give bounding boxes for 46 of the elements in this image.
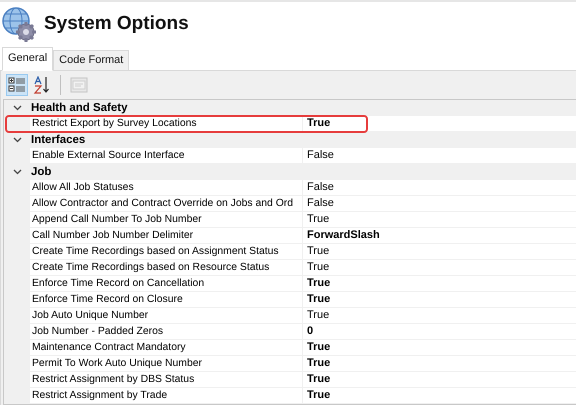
property-name[interactable]: Job Auto Unique Number bbox=[30, 308, 303, 323]
property-value[interactable]: True bbox=[303, 292, 330, 307]
property-value[interactable]: 0 bbox=[303, 324, 314, 339]
property-name[interactable]: Restrict Export by Survey Locations bbox=[30, 116, 303, 131]
property-value[interactable]: True bbox=[303, 212, 330, 227]
tab[interactable]: General bbox=[2, 47, 54, 71]
collapse-chevron-icon[interactable] bbox=[12, 169, 22, 175]
property-name[interactable]: Enable External Source Interface bbox=[30, 148, 303, 163]
property-name[interactable]: Permit To Work Auto Unique Number bbox=[30, 356, 303, 371]
property-name[interactable]: Job Number - Padded Zeros bbox=[30, 324, 303, 339]
property-value[interactable]: False bbox=[303, 180, 334, 195]
property-name[interactable]: Enforce Time Record on Closure bbox=[30, 292, 303, 307]
categorized-icon bbox=[8, 77, 26, 93]
globe-gear-icon bbox=[0, 5, 38, 43]
property-name[interactable]: Restrict Assignment by DBS Status bbox=[30, 372, 303, 387]
property-value[interactable]: True bbox=[303, 308, 330, 323]
sort-alphabetical-icon bbox=[33, 76, 51, 94]
property-value[interactable]: True bbox=[303, 116, 330, 131]
property-name[interactable]: Restrict Assignment by Trade bbox=[30, 388, 303, 403]
collapse-chevron-icon[interactable] bbox=[12, 137, 22, 143]
property-name[interactable]: Allow Contractor and Contract Override on Jobs and Ord bbox=[30, 196, 303, 211]
property-value[interactable]: True bbox=[303, 356, 330, 371]
property-name[interactable]: Create Time Recordings based on Assignment Status bbox=[30, 244, 303, 259]
category-label: Job bbox=[30, 166, 52, 178]
property-value[interactable]: True bbox=[303, 388, 330, 403]
property-name[interactable]: Append Call Number To Job Number bbox=[30, 212, 303, 227]
category-label: Interfaces bbox=[30, 134, 86, 146]
window-title: System Options bbox=[44, 13, 189, 35]
property-value[interactable]: True bbox=[303, 276, 330, 291]
property-name[interactable]: Allow All Job Statuses bbox=[30, 180, 303, 195]
category-label: Health and Safety bbox=[30, 102, 128, 114]
collapse-chevron-icon[interactable] bbox=[12, 105, 22, 111]
tab[interactable]: Code Format bbox=[53, 50, 130, 70]
property-name[interactable]: Enforce Time Record on Cancellation bbox=[30, 276, 303, 291]
property-name[interactable]: Create Time Recordings based on Resource Status bbox=[30, 260, 303, 275]
property-value[interactable]: ForwardSlash bbox=[303, 228, 380, 243]
property-value[interactable]: True bbox=[303, 260, 330, 275]
property-value[interactable]: True bbox=[303, 372, 330, 387]
categorized-button[interactable] bbox=[6, 74, 28, 96]
property-value[interactable]: True bbox=[303, 244, 330, 259]
property-value[interactable]: False bbox=[303, 148, 334, 163]
property-pages-icon bbox=[70, 77, 88, 93]
property-value[interactable]: True bbox=[303, 340, 330, 355]
property-name[interactable]: Maintenance Contract Mandatory bbox=[30, 340, 303, 355]
property-name[interactable]: Call Number Job Number Delimiter bbox=[30, 228, 303, 243]
property-value[interactable]: False bbox=[303, 196, 334, 211]
